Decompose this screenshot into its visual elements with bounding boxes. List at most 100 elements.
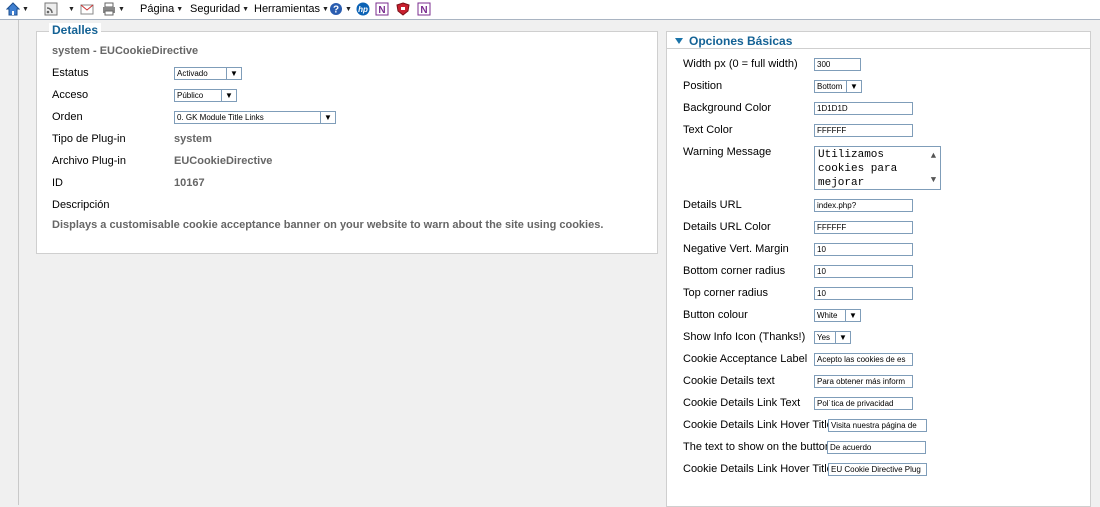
description-value: Displays a customisable cookie acceptanc… — [52, 219, 604, 231]
show-info-select[interactable]: Yes ▼ — [814, 331, 851, 344]
security-addon-button[interactable] — [396, 1, 410, 17]
chevron-down-icon: ▼ — [226, 68, 241, 79]
tools-menu-label: Herramientas — [254, 3, 321, 15]
access-label: Acceso — [52, 89, 89, 101]
button-colour-label: Button colour — [683, 309, 748, 321]
button-text-label: The text to show on the button — [683, 441, 831, 453]
chevron-down-icon: ▼ — [845, 310, 860, 321]
width-input[interactable]: 300 — [814, 58, 861, 71]
position-select[interactable]: Bottom ▼ — [814, 80, 862, 93]
onenote-icon: N — [417, 2, 431, 16]
mail-button[interactable] — [80, 1, 94, 17]
details-url-color-input[interactable]: FFFFFF — [814, 221, 913, 234]
negative-margin-input[interactable]: 10 — [814, 243, 913, 256]
svg-text:N: N — [378, 5, 385, 16]
text-color-input[interactable]: FFFFFF — [814, 124, 913, 137]
access-select[interactable]: Público ▼ — [174, 89, 237, 102]
plugin-type-label: Tipo de Plug-in — [52, 133, 126, 145]
expand-triangle-icon — [675, 38, 683, 44]
basic-options-panel: Opciones Básicas Width px (0 = full widt… — [666, 31, 1091, 507]
hp-addon-button[interactable]: hp — [356, 1, 370, 17]
warning-message-value: Utilizamos cookies para mejorar — [818, 149, 898, 189]
position-select-value: Bottom — [817, 82, 843, 91]
button-colour-select[interactable]: White ▼ — [814, 309, 861, 322]
shield-icon — [396, 2, 410, 16]
details-text-input[interactable]: Para obtener más inform — [814, 375, 913, 388]
top-radius-input[interactable]: 10 — [814, 287, 913, 300]
tools-menu[interactable]: Herramientas ▼ — [254, 1, 329, 17]
status-select[interactable]: Activado ▼ — [174, 67, 242, 80]
svg-text:?: ? — [333, 5, 339, 16]
feeds-menu-caret[interactable]: ▼ — [66, 1, 75, 17]
text-color-label: Text Color — [683, 124, 733, 136]
top-radius-label: Top corner radius — [683, 287, 768, 299]
details-url-label: Details URL — [683, 199, 742, 211]
page-menu[interactable]: Página ▼ — [140, 1, 183, 17]
onenote-icon: N — [375, 2, 389, 16]
negative-margin-label: Negative Vert. Margin — [683, 243, 789, 255]
background-color-input[interactable]: 1D1D1D — [814, 102, 913, 115]
accept-label-input[interactable]: Acepto las cookies de es — [814, 353, 913, 366]
hp-logo-icon: hp — [356, 2, 370, 16]
order-select[interactable]: 0. GK Module Title Links ▼ — [174, 111, 336, 124]
plugin-type-value: system — [174, 133, 212, 145]
hover-title-label-2: Cookie Details Link Hover Title — [683, 463, 833, 475]
chevron-down-icon: ▼ — [846, 81, 861, 92]
id-label: ID — [52, 177, 63, 189]
scroll-up-icon[interactable]: ▲ — [928, 149, 939, 163]
details-text-label: Cookie Details text — [683, 375, 775, 387]
accept-label-label: Cookie Acceptance Label — [683, 353, 808, 365]
id-value: 10167 — [174, 177, 205, 189]
page-content: Detalles system - EUCookieDirective Esta… — [19, 20, 1100, 507]
plugin-file-value: EUCookieDirective — [174, 155, 273, 167]
status-label: Estatus — [52, 67, 89, 79]
plugin-file-label: Archivo Plug-in — [52, 155, 126, 167]
basic-options-title: Opciones Básicas — [689, 34, 793, 48]
button-colour-value: White — [817, 311, 838, 320]
width-label: Width px (0 = full width) — [683, 58, 798, 70]
home-icon — [6, 2, 20, 16]
chevron-down-icon: ▼ — [835, 332, 850, 343]
show-info-value: Yes — [817, 333, 831, 342]
onenote-button[interactable]: N — [375, 1, 389, 17]
page-menu-label: Página — [140, 3, 175, 15]
background-color-label: Background Color — [683, 102, 772, 114]
access-select-value: Público — [177, 91, 204, 100]
security-menu[interactable]: Seguridad ▼ — [190, 1, 249, 17]
chevron-down-icon: ▼ — [320, 112, 335, 123]
position-label: Position — [683, 80, 723, 92]
rss-feed-icon — [44, 2, 58, 16]
browser-command-bar: ▼ ▼ ▼ Página ▼ Seguridad ▼ Herramientas ▼ ?… — [0, 0, 1100, 20]
security-menu-label: Seguridad — [190, 3, 241, 15]
hover-title-input-2[interactable]: EU Cookie Directive Plug — [828, 463, 927, 476]
bottom-radius-input[interactable]: 10 — [814, 265, 913, 278]
basic-options-header[interactable]: Opciones Básicas — [667, 32, 1090, 49]
svg-text:hp: hp — [358, 5, 368, 14]
scroll-down-icon[interactable]: ▼ — [928, 173, 939, 187]
details-panel: Detalles system - EUCookieDirective Esta… — [36, 23, 658, 254]
hover-title-label-1: Cookie Details Link Hover Title — [683, 419, 833, 431]
help-icon: ? — [329, 2, 343, 16]
onenote-send-button[interactable]: N — [417, 1, 431, 17]
home-button[interactable]: ▼ — [6, 1, 29, 17]
warning-message-textarea[interactable]: Utilizamos cookies para mejorar ▲ ▼ — [814, 146, 941, 190]
status-select-value: Activado — [177, 69, 208, 78]
feeds-button[interactable] — [44, 1, 58, 17]
details-link-text-input[interactable]: Pol˙tica de privacidad — [814, 397, 913, 410]
show-info-label: Show Info Icon (Thanks!) — [683, 331, 806, 343]
button-text-input[interactable]: De acuerdo — [827, 441, 926, 454]
help-button[interactable]: ? ▼ — [329, 1, 352, 17]
hover-title-input-1[interactable]: Visita nuestra página de — [828, 419, 927, 432]
print-button[interactable]: ▼ — [102, 1, 125, 17]
bottom-radius-label: Bottom corner radius — [683, 265, 786, 277]
mail-icon — [80, 2, 94, 16]
svg-text:N: N — [420, 5, 427, 16]
details-url-color-label: Details URL Color — [683, 221, 771, 233]
printer-icon — [102, 2, 116, 16]
plugin-title: system - EUCookieDirective — [52, 45, 199, 57]
warning-message-label: Warning Message — [683, 146, 772, 158]
order-select-value: 0. GK Module Title Links — [177, 113, 264, 122]
chevron-down-icon: ▼ — [221, 90, 236, 101]
details-url-input[interactable]: index.php? — [814, 199, 913, 212]
details-link-text-label: Cookie Details Link Text — [683, 397, 801, 409]
